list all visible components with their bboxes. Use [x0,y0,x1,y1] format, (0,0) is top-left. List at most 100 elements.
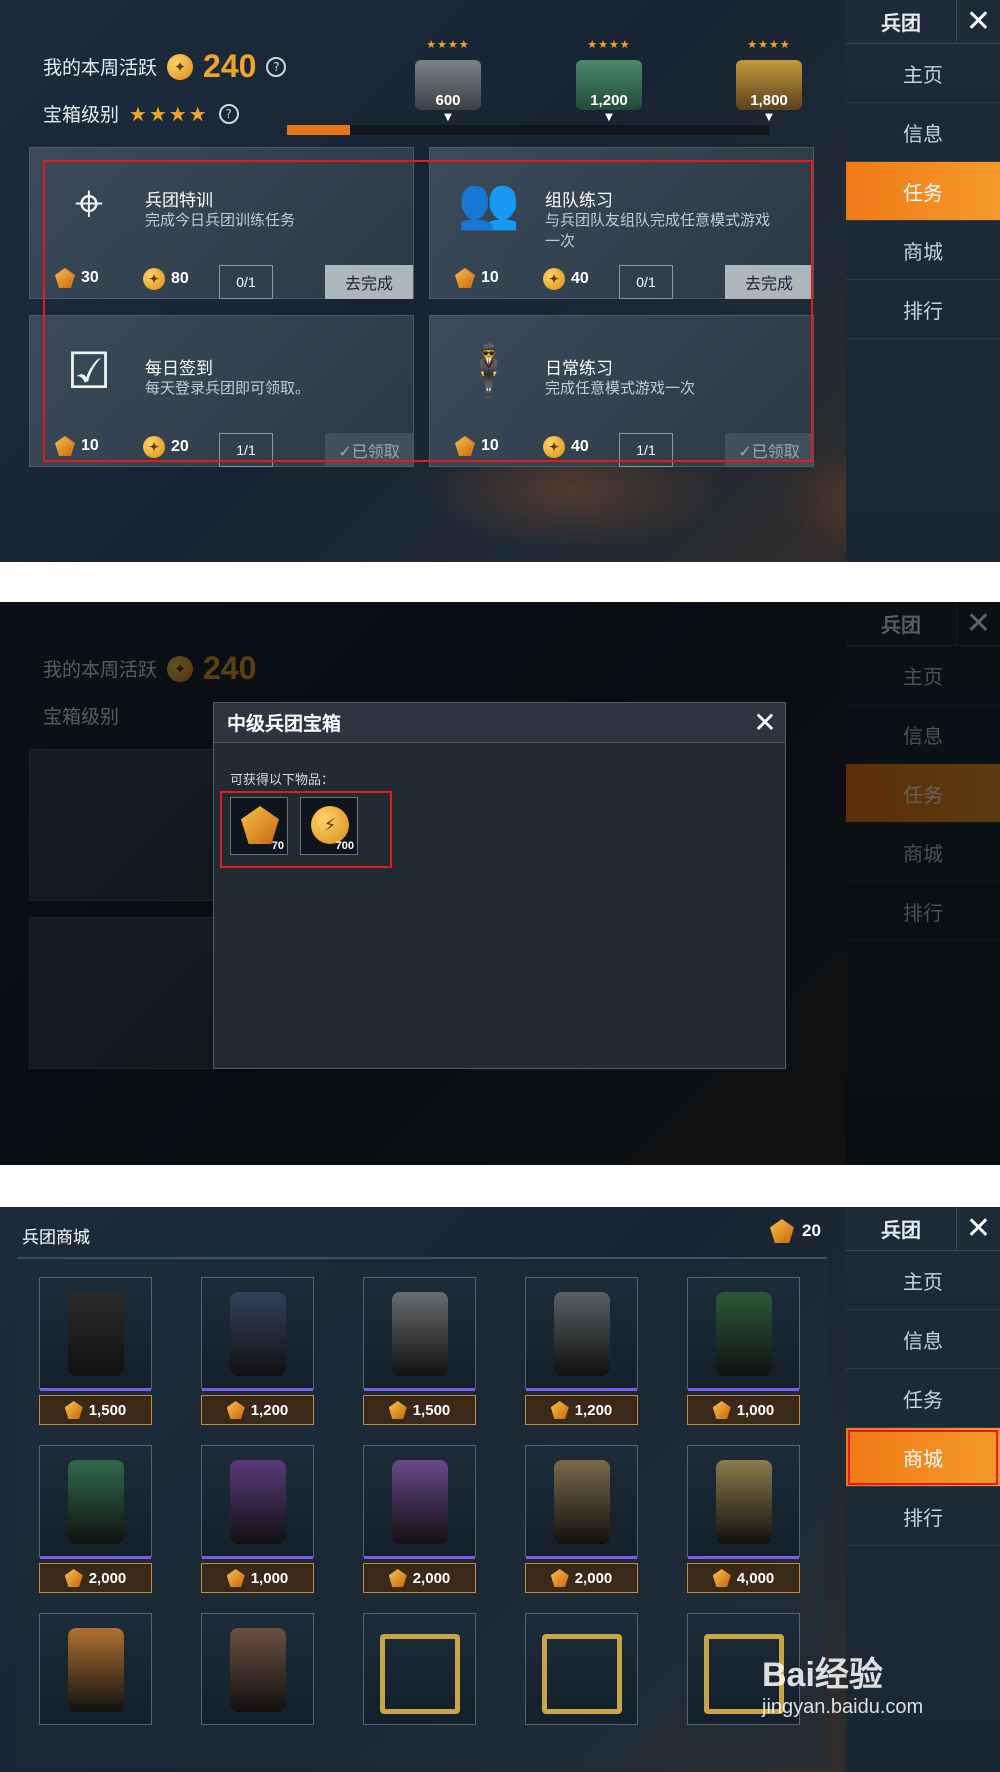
shop-item[interactable] [39,1613,152,1725]
watermark-line1: Bai经验 [762,1656,883,1694]
sidebar-item-home[interactable]: 主页 [846,44,1000,103]
chest-modal: 中级兵团宝箱 ✕ 可获得以下物品： 70 ⚡ 700 [213,702,786,1069]
gem-icon [712,1569,731,1587]
rarity-bar [364,1556,475,1559]
sidebar-item-rank[interactable]: 排行 [846,280,1000,339]
sidebar-item-tasks[interactable]: 任务 [846,1369,1000,1428]
shop-item[interactable] [39,1277,152,1391]
arrow-down-icon: ▼ [444,112,452,123]
sidebar-item-rank[interactable]: 排行 [846,1487,1000,1546]
milestone-value: 600 [435,92,461,109]
shop-item[interactable] [39,1445,152,1559]
price-tag[interactable]: 4,000 [687,1563,800,1593]
gem-icon [550,1401,569,1419]
price-tag[interactable]: 1,500 [39,1395,152,1425]
rarity-bar [40,1388,151,1391]
shop-item[interactable] [363,1445,476,1559]
chest-level-label: 宝箱级别 [43,104,120,126]
grey-pants-icon [554,1292,610,1376]
sidebar-item-shop[interactable]: 商城 [846,221,1000,280]
price-tag[interactable]: 2,000 [39,1563,152,1593]
camo-jacket-icon [716,1460,772,1544]
gem-icon [226,1401,245,1419]
rarity-bar [202,1556,313,1559]
purple-pants-icon [392,1460,448,1544]
price-tag[interactable]: 2,000 [363,1563,476,1593]
shop-item[interactable] [201,1277,314,1391]
rarity-bar [526,1556,637,1559]
shop-item[interactable] [363,1277,476,1391]
shop-balance: 20 [770,1219,821,1243]
help-icon[interactable]: ? [218,103,239,124]
chest-level: 宝箱级别 ★★★★ ? [43,100,239,127]
sidebar-item-shop[interactable]: 商城 [846,1428,1000,1487]
sidebar-item-tasks[interactable]: 任务 [846,162,1000,221]
modal-header: 中级兵团宝箱 ✕ [214,703,785,743]
purple-jacket-icon [230,1460,286,1544]
green-coat-icon [716,1292,772,1376]
price-value: 1,200 [250,1401,289,1419]
price-tag[interactable]: 1,200 [201,1395,314,1425]
shop-item[interactable] [687,1277,800,1391]
gem-icon [64,1401,83,1419]
milestone-stars: ★★★★ [587,38,631,51]
weekly-activity: 我的本周活跃 ✦ 240 ? [43,48,287,85]
milestone-stars: ★★★★ [747,38,791,51]
rarity-bar [202,1388,313,1391]
black-pants-icon [230,1292,286,1376]
weekly-activity-value: 240 [203,48,257,84]
price-value: 1,500 [412,1401,451,1419]
price-value: 2,000 [412,1569,451,1587]
panel-shop: 兵团商城 20 1,500 1,200 1,500 1,200 1,000 2,000 1,… [0,1207,1000,1772]
gem-icon [388,1401,407,1419]
shop-item[interactable] [687,1445,800,1559]
price-tag[interactable]: 1,000 [687,1395,800,1425]
cap-icon [68,1628,124,1712]
camo-pants-icon [554,1460,610,1544]
shop-item[interactable] [525,1445,638,1559]
highlight-box [43,160,813,462]
modal-title: 中级兵团宝箱 [227,713,342,735]
shop-item[interactable] [201,1613,314,1725]
arrow-down-icon: ▼ [765,112,773,123]
gem-icon [770,1219,794,1243]
shop-grid: 1,500 1,200 1,500 1,200 1,000 2,000 1,000 2,000… [17,1257,827,1767]
frame-silver-icon [380,1634,460,1714]
shop-item[interactable] [525,1613,638,1725]
milestone-value: 1,200 [590,92,628,109]
close-icon[interactable]: ✕ [956,0,1000,44]
price-value: 2,000 [574,1569,613,1587]
price-value: 2,000 [88,1569,127,1587]
price-value: 1,000 [250,1569,289,1587]
watermark-line2: jingyan.baidu.com [762,1696,924,1718]
price-value: 1,500 [88,1401,127,1419]
shop-item[interactable] [525,1277,638,1391]
sidebar-header: 兵团 ✕ [846,1207,1000,1251]
modal-subtitle: 可获得以下物品： [230,773,335,788]
weekly-activity-label: 我的本周活跃 [43,57,158,79]
help-icon[interactable]: ? [266,56,287,77]
panel-tasks: 我的本周活跃 ✦ 240 ? 宝箱级别 ★★★★ ? ★★★★ 600 ▼ ★★… [0,0,1000,562]
rarity-bar [688,1556,799,1559]
shop-balance-value: 20 [802,1221,821,1240]
sidebar-item-home[interactable]: 主页 [846,1251,1000,1310]
price-tag[interactable]: 1,200 [525,1395,638,1425]
panel-chest-modal: 我的本周活跃 ✦ 240 宝箱级别 兵团 ✕ 主页 信息 任务 商城 排行 中级… [0,602,1000,1165]
gem-icon [712,1401,731,1419]
price-tag[interactable]: 2,000 [525,1563,638,1593]
gem-icon [226,1569,245,1587]
chest-level-stars: ★★★★ [129,101,209,126]
close-icon[interactable]: ✕ [956,1207,1000,1251]
gem-icon [550,1569,569,1587]
rarity-bar [688,1388,799,1391]
price-tag[interactable]: 1,000 [201,1563,314,1593]
shop-item[interactable] [363,1613,476,1725]
shop-item[interactable] [201,1445,314,1559]
close-icon[interactable]: ✕ [745,703,785,743]
price-value: 4,000 [736,1569,775,1587]
milestone-stars: ★★★★ [426,38,470,51]
sidebar-item-info[interactable]: 信息 [846,103,1000,162]
price-tag[interactable]: 1,500 [363,1395,476,1425]
gem-icon [388,1569,407,1587]
sidebar-item-info[interactable]: 信息 [846,1310,1000,1369]
